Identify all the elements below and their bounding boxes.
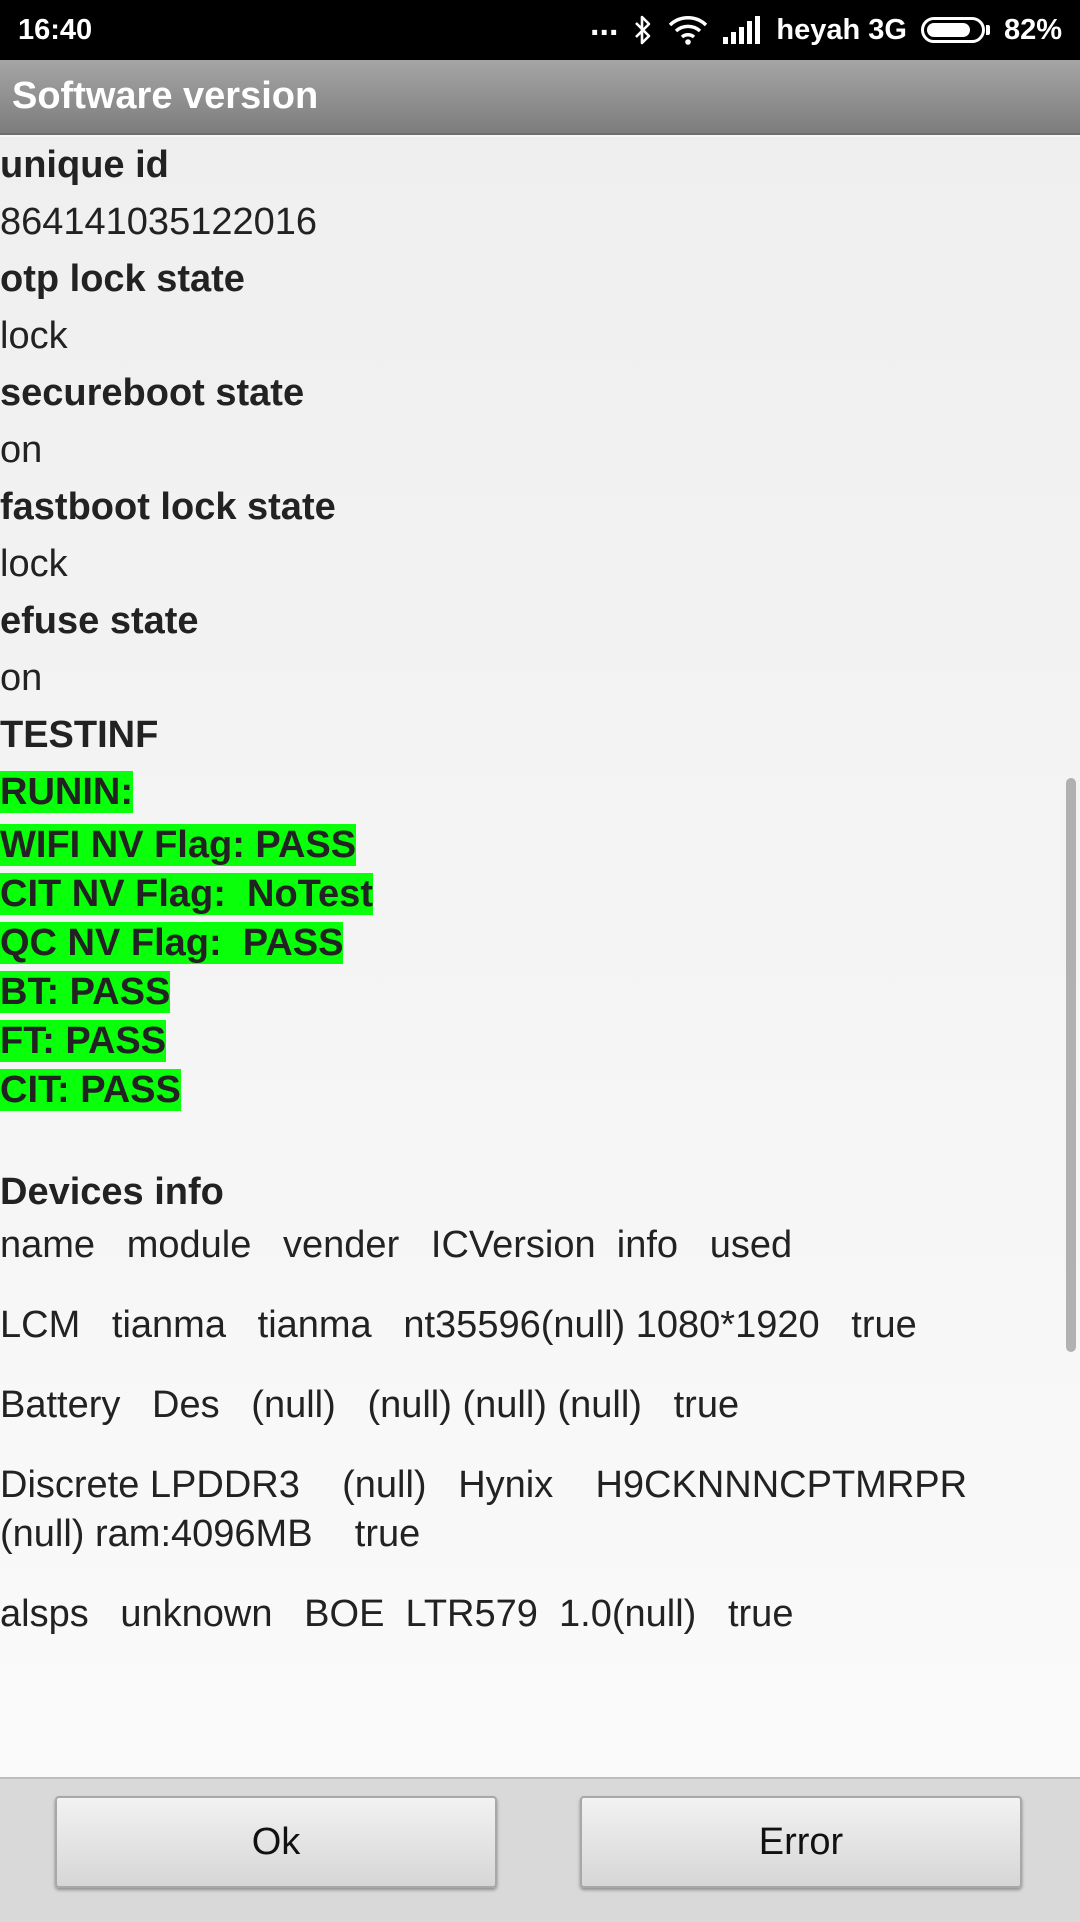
field-label: secureboot state	[0, 372, 305, 414]
field-label: fastboot lock state	[0, 486, 336, 528]
testinf-label: TESTINF	[0, 714, 159, 756]
button-bar: Ok Error	[0, 1777, 1080, 1922]
runin-line: BT: PASS	[0, 971, 171, 1013]
devices-list: LCM tianma tianma nt35596(null) 1080*192…	[0, 1301, 1080, 1639]
status-time: 16:40	[18, 13, 93, 46]
status-icons: ... heyah 3G 82%	[590, 5, 1062, 47]
more-notifications-icon: ...	[590, 5, 619, 43]
runin-line: QC NV Flag: PASS	[0, 922, 344, 964]
carrier-label: heyah 3G	[776, 13, 907, 46]
device-row: Discrete LPDDR3 (null) Hynix H9CKNNNCPTM…	[0, 1464, 968, 1506]
field-label: unique id	[0, 144, 169, 186]
runin-line: FT: PASS	[0, 1020, 167, 1062]
field-label: otp lock state	[0, 258, 245, 300]
bluetooth-icon	[635, 15, 651, 45]
fields-list: unique id 864141035122016 otp lock state lo…	[0, 137, 1080, 707]
device-row: Battery Des (null) (null) (null) (null) …	[0, 1384, 740, 1426]
battery-percent: 82%	[1003, 13, 1062, 46]
device-row: LCM tianma tianma nt35596(null) 1080*192…	[0, 1304, 917, 1346]
battery-icon	[920, 17, 990, 43]
page-title: Software version	[0, 60, 1080, 135]
runin-line: CIT: PASS	[0, 1069, 181, 1111]
runin-line: CIT NV Flag: NoTest	[0, 873, 373, 915]
devices-columns: name module vender ICVersion info used	[0, 1224, 793, 1266]
info-content[interactable]: unique id 864141035122016 otp lock state lo…	[0, 137, 1080, 1777]
field-value: on	[0, 657, 43, 699]
signal-icon	[723, 16, 761, 44]
device-row: alsps unknown BOE LTR579 1.0(null) true	[0, 1593, 794, 1635]
runin-header: RUNIN:	[0, 771, 133, 813]
devices-info-header: Devices info	[0, 1171, 224, 1213]
error-button[interactable]: Error	[580, 1796, 1022, 1888]
wifi-icon	[669, 16, 708, 45]
runin-line: WIFI NV Flag: PASS	[0, 824, 357, 866]
ok-button[interactable]: Ok	[55, 1796, 497, 1888]
device-row: (null) ram:4096MB true	[0, 1513, 421, 1555]
status-bar: 16:40 ... heyah 3G 82%	[0, 0, 1080, 60]
runin-section: RUNIN: WIFI NV Flag: PASS CIT NV Flag: No…	[0, 764, 1080, 1115]
field-value: lock	[0, 315, 68, 357]
field-value: on	[0, 429, 43, 471]
field-label: efuse state	[0, 600, 199, 642]
field-value: lock	[0, 543, 68, 585]
scrollbar[interactable]	[1066, 778, 1076, 1352]
field-value: 864141035122016	[0, 201, 318, 243]
